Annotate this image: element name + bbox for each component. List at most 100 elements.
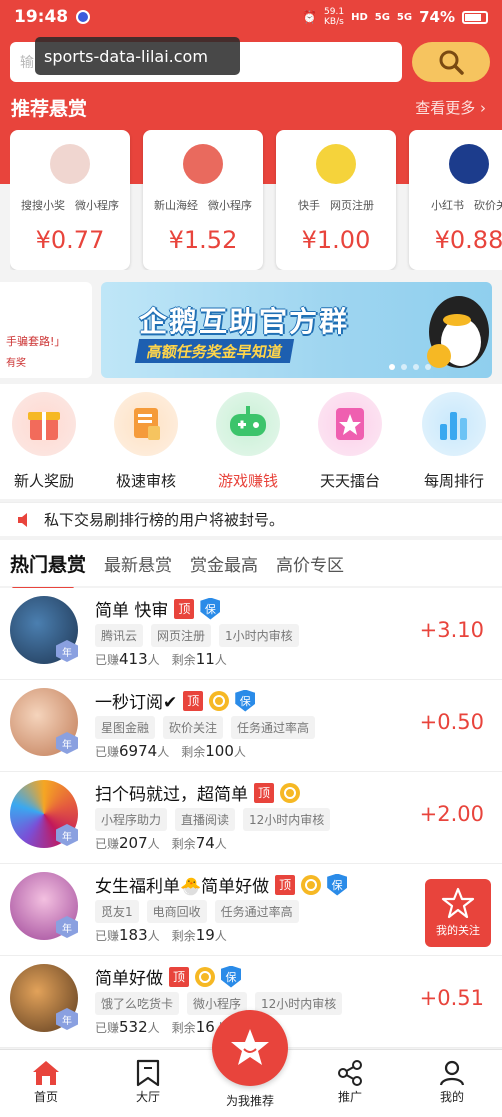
- banner-subtitle: 高额任务奖金早知道: [134, 339, 295, 363]
- remaining-count: 19: [195, 926, 215, 944]
- quick-weekly-rank[interactable]: 每周排行: [404, 392, 502, 491]
- signal-icon-2: 5G: [396, 11, 413, 23]
- recommend-card[interactable]: 小红书 砍价关 ¥0.88: [409, 130, 502, 270]
- battery-icon: [462, 10, 488, 24]
- user-icon: [439, 1060, 465, 1086]
- signal-icon-1: 5G: [374, 11, 390, 23]
- recommend-card[interactable]: 新山海经 微小程序 ¥1.52: [143, 130, 263, 270]
- app-notification-icon: [76, 10, 91, 24]
- top-badge: 顶: [183, 690, 204, 711]
- people-unit: 人: [147, 929, 160, 943]
- pager-dot: [389, 364, 395, 370]
- task-tags: 星图金融 砍价关注 任务通过率高: [95, 716, 316, 739]
- star-card-icon: [318, 392, 382, 456]
- document-icon: [114, 392, 178, 456]
- task-row[interactable]: 年 一秒订阅✔ 顶 保 星图金融 砍价关注 任务通过率高 已赚6974人 剩余1…: [0, 680, 502, 772]
- earned-count: 413: [119, 650, 148, 668]
- task-title: 扫个码就过，超简单: [95, 785, 248, 805]
- card-avatar: [183, 144, 223, 184]
- task-stats: 已赚413人 剩余11人: [95, 650, 227, 668]
- task-tag: 直播阅读: [175, 808, 236, 831]
- task-tag: 星图金融: [95, 716, 156, 739]
- tab-latest[interactable]: 最新悬赏: [104, 551, 172, 576]
- nav-promote[interactable]: 推广: [310, 1058, 390, 1105]
- task-row[interactable]: 年 简单 快审 顶 保 腾讯云 网页注册 1小时内审核 已赚413人 剩余11人…: [0, 588, 502, 680]
- quick-label: 天天擂台: [319, 472, 380, 490]
- nav-home[interactable]: 首页: [6, 1058, 86, 1105]
- banner-pager: [389, 364, 431, 370]
- tab-highest-reward[interactable]: 赏金最高: [190, 551, 258, 576]
- earned-count: 532: [119, 1018, 148, 1036]
- task-tag: 砍价关注: [163, 716, 224, 739]
- task-tags: 饿了么吃货卡 微小程序 12小时内审核: [95, 992, 343, 1015]
- quick-fast-review[interactable]: 极速审核: [96, 392, 196, 491]
- coin-badge: [301, 874, 322, 895]
- card-tag: 快手: [298, 199, 320, 212]
- tab-hot[interactable]: 热门悬赏: [10, 550, 86, 590]
- quick-label: 游戏赚钱: [217, 472, 278, 490]
- card-tag: 网页注册: [330, 199, 374, 212]
- card-tag: 新山海经: [154, 199, 198, 212]
- recommend-card[interactable]: 快手 网页注册 ¥1.00: [276, 130, 396, 270]
- earned-label: 已赚: [95, 837, 120, 851]
- status-right: ⏰ 59.1 KB/s HD 5G 5G 74%: [302, 7, 488, 27]
- task-title: 简单 快审: [95, 601, 169, 621]
- task-list: 年 简单 快审 顶 保 腾讯云 网页注册 1小时内审核 已赚413人 剩余11人…: [0, 588, 502, 1048]
- earned-count: 183: [119, 926, 148, 944]
- earned-count: 207: [119, 834, 148, 852]
- banner-prev-text: 有奖: [6, 358, 26, 369]
- star-outline-icon: [441, 887, 475, 919]
- search-placeholder: 输: [20, 55, 34, 71]
- recommend-for-me-button[interactable]: [212, 1010, 288, 1086]
- notice-bar[interactable]: 私下交易刷排行榜的用户将被封号。: [0, 502, 502, 536]
- quick-new-user-reward[interactable]: 新人奖励: [0, 392, 94, 491]
- quick-daily-arena[interactable]: 天天擂台: [300, 392, 400, 491]
- remaining-count: 11: [195, 650, 215, 668]
- guarantee-badge: 保: [221, 965, 241, 988]
- task-tag: 1小时内审核: [219, 624, 299, 647]
- gift-icon: [12, 392, 76, 456]
- earned-count: 6974: [119, 742, 158, 760]
- quick-entry-bar: 新人奖励 极速审核 游戏赚钱 天天擂台 每周排行: [0, 384, 502, 499]
- nav-promote-label: 推广: [337, 1090, 362, 1104]
- remaining-count: 16: [195, 1018, 215, 1036]
- card-tag: 微小程序: [75, 199, 119, 212]
- share-icon: [338, 1060, 362, 1086]
- my-follow-button[interactable]: 我的关注: [425, 879, 491, 947]
- recommend-title: 推荐悬赏: [11, 98, 88, 120]
- card-price: ¥1.00: [301, 226, 371, 254]
- recommend-card[interactable]: 搜搜小奖 微小程序 ¥0.77: [10, 130, 130, 270]
- quick-game-earn[interactable]: 游戏赚钱: [198, 392, 298, 491]
- coin-badge: [280, 782, 300, 803]
- recommend-more-link[interactable]: 查看更多 ›: [415, 97, 486, 118]
- card-tags: 新山海经 微小程序: [143, 197, 263, 213]
- people-unit: 人: [214, 837, 227, 851]
- top-badge: 顶: [174, 598, 195, 619]
- nav-mine[interactable]: 我的: [412, 1058, 492, 1105]
- tab-high-price[interactable]: 高价专区: [276, 551, 344, 576]
- promo-banner[interactable]: 企鹅互助官方群 高额任务奖金早知道: [101, 282, 492, 378]
- banner-previous-slide[interactable]: 手骗套路!」 有奖: [0, 282, 92, 378]
- task-tabs: 热门悬赏 最新悬赏 赏金最高 高价专区: [0, 540, 502, 590]
- task-title: 简单好做: [95, 969, 163, 989]
- task-title-line: 简单 快审 顶 保: [95, 596, 221, 621]
- card-tags: 小红书 砍价关: [409, 197, 502, 213]
- top-badge: 顶: [254, 782, 274, 803]
- top-badge: 顶: [169, 966, 189, 987]
- task-row[interactable]: 年 扫个码就过，超简单 顶 小程序助力 直播阅读 12小时内审核 已赚207人 …: [0, 772, 502, 864]
- remaining-label: 剩余: [171, 837, 196, 851]
- task-tags: 腾讯云 网页注册 1小时内审核: [95, 624, 299, 647]
- people-unit: 人: [157, 745, 170, 759]
- remaining-label: 剩余: [181, 745, 206, 759]
- search-button[interactable]: [412, 42, 490, 82]
- remaining-count: 100: [205, 742, 234, 760]
- card-price: ¥0.88: [434, 226, 502, 254]
- pager-dot: [413, 364, 419, 370]
- nav-mine-label: 我的: [439, 1090, 464, 1104]
- speaker-icon: [18, 512, 27, 527]
- card-avatar: [449, 144, 489, 184]
- nav-hall[interactable]: 大厅: [108, 1058, 188, 1105]
- task-tag: 网页注册: [151, 624, 212, 647]
- home-indicator-area: [0, 1108, 502, 1117]
- task-tag: 小程序助力: [95, 808, 168, 831]
